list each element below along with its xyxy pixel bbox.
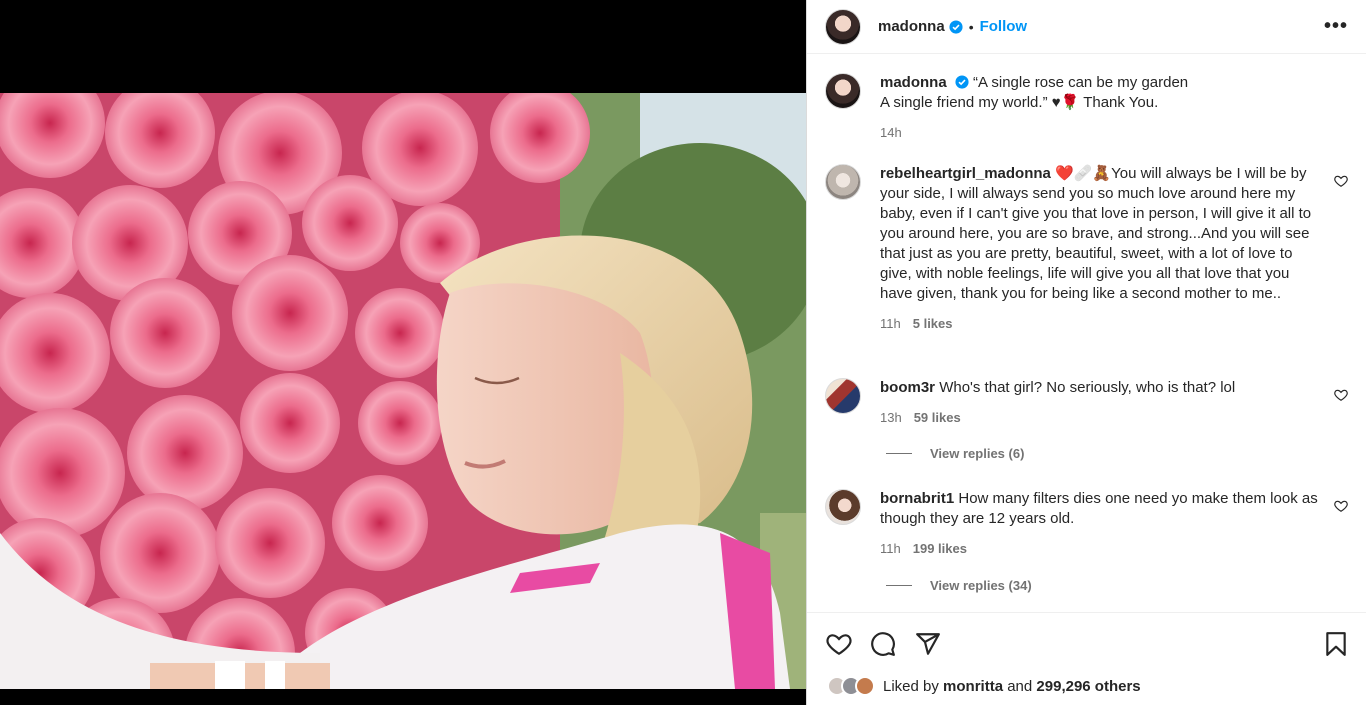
comment-text: ❤️🩹🧸You will always be I will be by your… <box>880 165 1312 302</box>
comment-likes[interactable]: 59 likes <box>914 408 961 428</box>
comment-username[interactable]: boom3r <box>880 379 935 396</box>
follow-button[interactable]: Follow <box>980 18 1028 35</box>
replies-divider <box>886 453 912 454</box>
likes-summary: Liked by monritta and 299,296 others <box>827 676 1141 696</box>
comment-time[interactable]: 11h <box>880 539 901 559</box>
likes-text: Liked by monritta and 299,296 others <box>883 678 1141 695</box>
comment-username[interactable]: rebelheartgirl_madonna <box>880 165 1051 182</box>
more-options-icon[interactable]: ••• <box>1324 15 1348 38</box>
like-heart-icon[interactable] <box>826 631 852 657</box>
post-header: madonna • Follow ••• <box>807 0 1366 54</box>
verified-badge-icon <box>949 19 963 34</box>
liked-by-and: and <box>1007 677 1033 695</box>
view-replies-label: View replies (6) <box>930 446 1025 461</box>
separator-dot: • <box>968 18 974 35</box>
view-replies-label: View replies (34) <box>930 578 1032 593</box>
comment-time[interactable]: 13h <box>880 408 902 428</box>
comment-item: rebelheartgirl_madonna ❤️🩹🧸You will alwa… <box>825 164 1348 334</box>
comment-username[interactable]: bornabrit1 <box>880 490 954 507</box>
post-media <box>0 0 806 705</box>
liked-by-label: Liked by <box>883 677 939 695</box>
caption: madonna “A single rose can be my garden … <box>825 73 1348 143</box>
comment-item: boom3r Who's that girl? No seriously, wh… <box>825 378 1348 428</box>
caption-line-2: A single friend my world.” ♥🌹 Thank You. <box>880 94 1159 111</box>
caption-username[interactable]: madonna <box>880 74 947 91</box>
verified-badge-icon <box>955 75 969 89</box>
replies-divider <box>886 585 912 586</box>
commenter-avatar[interactable] <box>825 489 861 525</box>
author-info: madonna • Follow <box>878 18 1027 35</box>
comment-body: boom3r Who's that girl? No seriously, wh… <box>880 378 1348 428</box>
comment-time[interactable]: 11h <box>880 314 901 334</box>
post-details-panel: madonna • Follow ••• madonna “A single r… <box>806 0 1366 705</box>
commenter-avatar[interactable] <box>825 164 861 200</box>
caption-avatar[interactable] <box>825 73 861 109</box>
heart-icon[interactable] <box>1334 388 1348 402</box>
bookmark-icon[interactable] <box>1323 631 1349 657</box>
caption-time[interactable]: 14h <box>880 123 902 143</box>
comment-body: bornabrit1 How many filters dies one nee… <box>880 489 1348 559</box>
share-icon[interactable] <box>915 631 941 657</box>
comment-item: bornabrit1 How many filters dies one nee… <box>825 489 1348 559</box>
comment-icon[interactable] <box>870 631 896 657</box>
caption-line-1: “A single rose can be my garden <box>973 74 1189 91</box>
author-username[interactable]: madonna <box>878 18 945 35</box>
post-actions <box>807 612 1366 672</box>
comment-body: rebelheartgirl_madonna ❤️🩹🧸You will alwa… <box>880 164 1348 334</box>
comments-section[interactable]: madonna “A single rose can be my garden … <box>807 54 1366 612</box>
photo-illustration <box>0 93 806 689</box>
caption-body: madonna “A single rose can be my garden … <box>880 73 1348 143</box>
liked-by-user[interactable]: monritta <box>943 678 1003 695</box>
liker-avatar[interactable] <box>855 676 875 696</box>
likes-count[interactable]: 299,296 others <box>1036 678 1140 695</box>
view-replies-button[interactable]: View replies (34) <box>886 578 1032 593</box>
heart-icon[interactable] <box>1334 174 1348 188</box>
comment-text: Who's that girl? No seriously, who is th… <box>939 379 1236 396</box>
comment-likes[interactable]: 5 likes <box>913 314 953 334</box>
heart-icon[interactable] <box>1334 499 1348 513</box>
commenter-avatar[interactable] <box>825 378 861 414</box>
view-replies-button[interactable]: View replies (6) <box>886 446 1024 461</box>
comment-likes[interactable]: 199 likes <box>913 539 967 559</box>
author-avatar[interactable] <box>825 8 861 45</box>
post-photo[interactable] <box>0 93 806 689</box>
